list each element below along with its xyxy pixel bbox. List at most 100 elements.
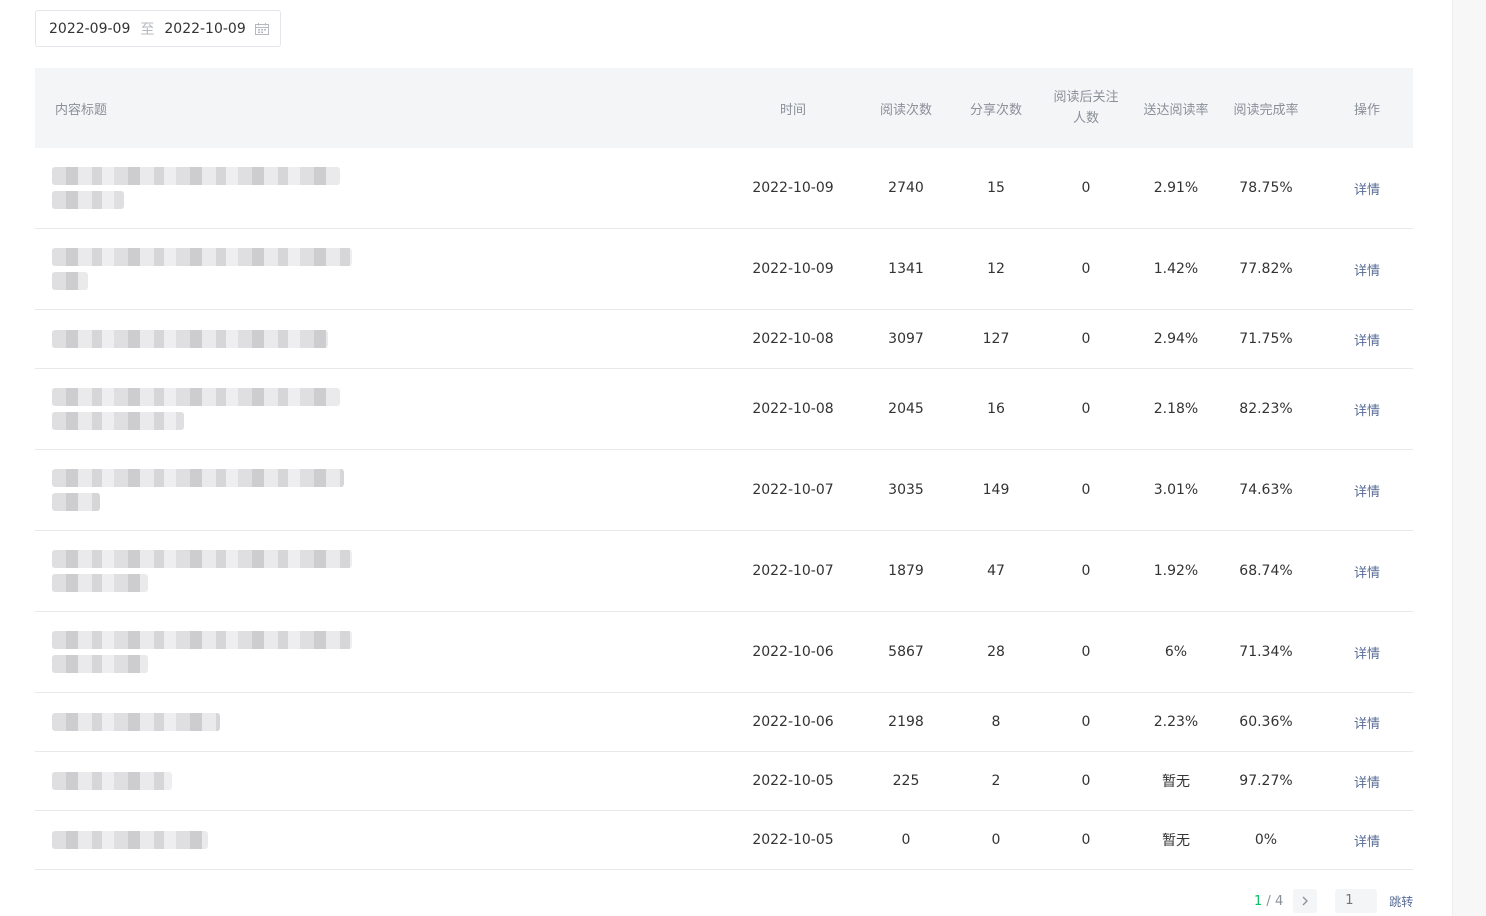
- title-cell[interactable]: [35, 631, 735, 673]
- follows-cell: 0: [1081, 643, 1091, 660]
- title-cell[interactable]: [35, 772, 735, 790]
- reach-rate-cell: 6%: [1164, 644, 1188, 660]
- follows-cell: 0: [1081, 260, 1091, 277]
- time-cell: 2022-10-06: [752, 644, 834, 660]
- title-cell[interactable]: [35, 330, 735, 348]
- shares-cell: 15: [987, 180, 1005, 196]
- reads-cell: 5867: [888, 644, 924, 660]
- page-jump-button[interactable]: 跳转: [1389, 893, 1413, 910]
- reads-cell: 1341: [888, 261, 924, 277]
- complete-rate-cell: 60.36%: [1239, 714, 1293, 730]
- time-cell: 2022-10-07: [752, 563, 834, 579]
- blurred-title: [52, 167, 735, 209]
- header-time: 时间: [779, 102, 806, 118]
- detail-link[interactable]: 详情: [1354, 485, 1380, 500]
- follows-cell: 0: [1081, 481, 1091, 498]
- title-cell[interactable]: [35, 469, 735, 511]
- detail-link[interactable]: 详情: [1354, 404, 1380, 419]
- date-range-start[interactable]: 2022-09-09: [49, 21, 130, 37]
- complete-rate-cell: 97.27%: [1239, 773, 1293, 789]
- table-row: 2022-10-08 2045 16 0 2.18% 82.23% 详情: [35, 369, 1413, 450]
- table-row: 2022-10-06 2198 8 0 2.23% 60.36% 详情: [35, 693, 1413, 752]
- title-cell[interactable]: [35, 388, 735, 430]
- detail-link[interactable]: 详情: [1354, 717, 1380, 732]
- follows-cell: 0: [1081, 713, 1091, 730]
- table-row: 2022-10-09 1341 12 0 1.42% 77.82% 详情: [35, 229, 1413, 310]
- shares-cell: 2: [991, 773, 1001, 789]
- title-cell[interactable]: [35, 713, 735, 731]
- complete-rate-cell: 82.23%: [1239, 401, 1293, 417]
- detail-link[interactable]: 详情: [1354, 835, 1380, 850]
- detail-link[interactable]: 详情: [1354, 264, 1380, 279]
- blurred-title: [52, 388, 735, 430]
- reach-rate-cell: 3.01%: [1153, 482, 1199, 498]
- table-row: 2022-10-08 3097 127 0 2.94% 71.75% 详情: [35, 310, 1413, 369]
- time-cell: 2022-10-09: [752, 261, 834, 277]
- shares-cell: 149: [982, 482, 1010, 498]
- page-current: 1: [1254, 893, 1263, 909]
- title-cell[interactable]: [35, 831, 735, 849]
- shares-cell: 12: [987, 261, 1005, 277]
- shares-cell: 127: [982, 331, 1010, 347]
- date-range-end[interactable]: 2022-10-09: [164, 21, 245, 37]
- header-title: 内容标题: [55, 102, 108, 118]
- header-complete-rate: 阅读完成率: [1233, 102, 1299, 118]
- reach-rate-cell: 1.42%: [1153, 261, 1199, 277]
- reach-rate-cell: 暂无: [1162, 833, 1190, 849]
- time-cell: 2022-10-06: [752, 714, 834, 730]
- follows-cell: 0: [1081, 562, 1091, 579]
- reads-cell: 225: [892, 773, 920, 789]
- time-cell: 2022-10-07: [752, 482, 834, 498]
- header-action: 操作: [1353, 102, 1380, 118]
- page-jump-input[interactable]: [1335, 889, 1378, 913]
- table-header: 内容标题 时间 阅读次数 分享次数 阅读后关注 人数 送达阅读率 阅读完成率 操…: [35, 68, 1413, 148]
- shares-cell: 8: [991, 714, 1001, 730]
- page-separator: /: [1262, 893, 1275, 909]
- title-cell[interactable]: [35, 550, 735, 592]
- detail-link[interactable]: 详情: [1354, 183, 1380, 198]
- follows-cell: 0: [1081, 179, 1091, 196]
- complete-rate-cell: 77.82%: [1239, 261, 1293, 277]
- blurred-title: [52, 248, 735, 290]
- shares-cell: 28: [987, 644, 1005, 660]
- calendar-icon[interactable]: [255, 23, 269, 35]
- blurred-title: [52, 469, 735, 511]
- detail-link[interactable]: 详情: [1354, 334, 1380, 349]
- reads-cell: 3035: [888, 482, 924, 498]
- title-cell[interactable]: [35, 248, 735, 290]
- reads-cell: 0: [901, 832, 911, 848]
- shares-cell: 47: [987, 563, 1005, 579]
- complete-rate-cell: 71.34%: [1239, 644, 1293, 660]
- reads-cell: 1879: [888, 563, 924, 579]
- complete-rate-cell: 71.75%: [1239, 331, 1293, 347]
- header-follows-line2: 人数: [1072, 111, 1099, 126]
- table-row: 2022-10-06 5867 28 0 6% 71.34% 详情: [35, 612, 1413, 693]
- reach-rate-cell: 2.94%: [1153, 331, 1199, 347]
- header-reach-rate: 送达阅读率: [1143, 102, 1209, 118]
- reach-rate-cell: 2.23%: [1153, 714, 1199, 730]
- follows-cell: 0: [1081, 772, 1091, 789]
- chevron-right-icon[interactable]: [1293, 889, 1318, 913]
- shares-cell: 0: [991, 832, 1001, 848]
- table-row: 2022-10-05 225 2 0 暂无 97.27% 详情: [35, 752, 1413, 811]
- reach-rate-cell: 暂无: [1162, 774, 1190, 790]
- detail-link[interactable]: 详情: [1354, 776, 1380, 791]
- blurred-title: [52, 631, 735, 673]
- blurred-title: [52, 550, 735, 592]
- title-cell[interactable]: [35, 167, 735, 209]
- shares-cell: 16: [987, 401, 1005, 417]
- date-range-picker[interactable]: 2022-09-09 至 2022-10-09: [35, 10, 281, 47]
- time-cell: 2022-10-05: [752, 773, 834, 789]
- follows-cell: 0: [1081, 400, 1091, 417]
- header-reads: 阅读次数: [879, 102, 932, 118]
- complete-rate-cell: 74.63%: [1239, 482, 1293, 498]
- follows-cell: 0: [1081, 831, 1091, 848]
- detail-link[interactable]: 详情: [1354, 647, 1380, 662]
- header-follows-line1: 阅读后关注: [1053, 90, 1119, 105]
- detail-link[interactable]: 详情: [1354, 566, 1380, 581]
- reads-cell: 3097: [888, 331, 924, 347]
- time-cell: 2022-10-08: [752, 401, 834, 417]
- reads-cell: 2045: [888, 401, 924, 417]
- table-row: 2022-10-07 3035 149 0 3.01% 74.63% 详情: [35, 450, 1413, 531]
- blurred-title: [52, 772, 735, 790]
